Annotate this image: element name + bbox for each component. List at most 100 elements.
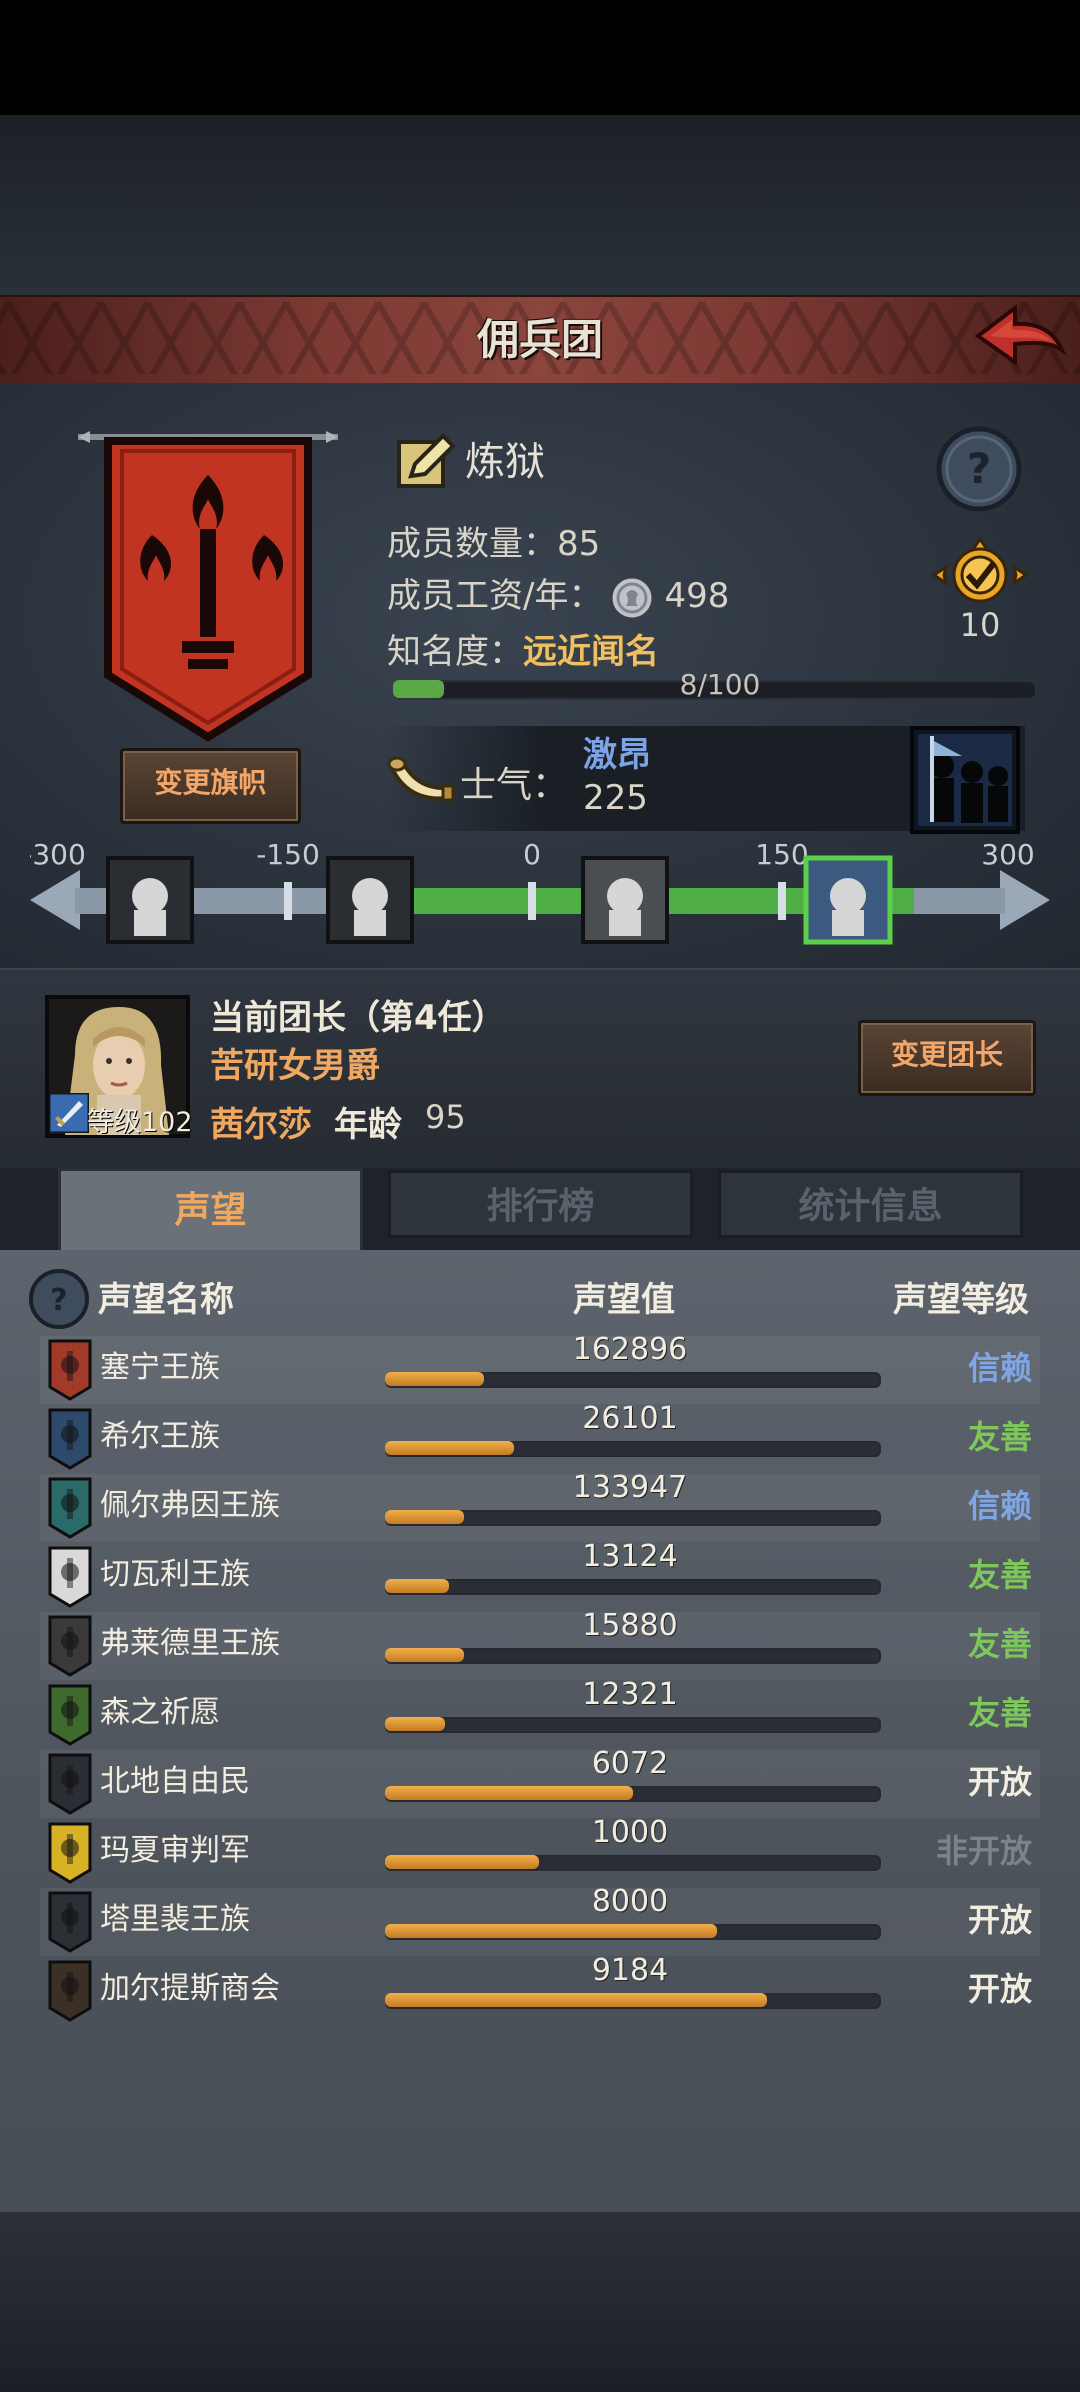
back-arrow-icon[interactable]	[970, 300, 1070, 375]
faction-name: 北地自由民	[100, 1764, 250, 1799]
faction-name: 玛夏审判军	[100, 1833, 250, 1868]
fame-row: 知名度：远近闻名	[387, 626, 659, 678]
faction-crest-icon	[48, 1546, 92, 1608]
reputation-bar-fill	[385, 1717, 445, 1731]
reputation-bar-fill	[385, 1786, 633, 1800]
morale-soldiers-icon	[910, 726, 1020, 834]
reputation-bar-fill	[385, 1441, 514, 1455]
sword-level-icon	[49, 1093, 89, 1133]
leader-name: 茜尔莎	[210, 1105, 312, 1145]
rename-edit-icon[interactable]	[395, 432, 457, 492]
faction-name: 佩尔弗因王族	[100, 1488, 280, 1523]
tab-reputation[interactable]: 声望	[58, 1168, 363, 1250]
silver-coin-icon	[609, 575, 655, 620]
faction-crest-icon	[48, 1615, 92, 1677]
morale-inspired-icon[interactable]	[803, 855, 893, 945]
header-name: 声望名称	[98, 1280, 234, 1320]
faction-name: 塞宁王族	[100, 1350, 220, 1385]
wage-value: 498	[664, 576, 730, 616]
table-row[interactable]: 希尔王族 26101 友善	[40, 1401, 1040, 1473]
reputation-value: 6072	[591, 1746, 669, 1781]
reputation-bar-fill	[385, 1924, 717, 1938]
reputation-level: 友善	[967, 1625, 1032, 1663]
reputation-level: 开放	[967, 1763, 1032, 1801]
reputation-value: 1000	[591, 1815, 669, 1850]
track-tick	[284, 882, 292, 920]
table-row[interactable]: 弗莱德里王族 15880 友善	[40, 1608, 1040, 1680]
reputation-level: 非开放	[935, 1832, 1032, 1870]
track-tick-label: -150	[256, 838, 320, 871]
reputation-level: 信赖	[967, 1487, 1032, 1525]
faction-name: 希尔王族	[100, 1419, 220, 1454]
faction-crest-icon	[48, 1684, 92, 1746]
reputation-level: 友善	[967, 1418, 1032, 1456]
fame-progress-fill	[393, 680, 444, 698]
faction-name: 切瓦利王族	[100, 1557, 250, 1592]
wage-row: 成员工资/年： 498	[387, 570, 729, 622]
leader-trait: 苦研女男爵	[210, 1046, 380, 1086]
morale-state: 激昂	[583, 735, 651, 775]
leader-age: 95	[425, 1098, 466, 1136]
tab-statistics[interactable]: 统计信息	[718, 1170, 1023, 1238]
table-row[interactable]: 切瓦利王族 13124 友善	[40, 1539, 1040, 1611]
track-tick-label: 150	[755, 838, 808, 871]
track-tick-label: 300	[981, 838, 1034, 871]
fame-value: 远近闻名	[523, 632, 659, 672]
track-arrow-left	[30, 870, 80, 930]
member-count-label: 成员数量：	[387, 524, 557, 564]
tab-ranking[interactable]: 排行榜	[388, 1170, 693, 1238]
reputation-level: 信赖	[967, 1349, 1032, 1387]
reputation-level: 友善	[967, 1694, 1032, 1732]
morale-despair-icon[interactable]	[106, 856, 194, 944]
morale-value: 225	[583, 778, 648, 818]
table-row[interactable]: 塔里裴王族 8000 开放	[40, 1884, 1040, 1956]
fame-label: 知名度：	[387, 632, 523, 672]
table-row[interactable]: 玛夏审判军 1000 非开放	[40, 1815, 1040, 1887]
guild-banner	[78, 431, 338, 742]
help-icon[interactable]: ?	[935, 425, 1023, 513]
change-banner-button[interactable]: 变更旗帜	[120, 748, 301, 824]
table-help-icon[interactable]: ?	[28, 1268, 90, 1330]
reputation-level: 开放	[967, 1901, 1032, 1939]
track-tick-label: -300	[30, 838, 86, 871]
table-row[interactable]: 森之祈愿 12321 友善	[40, 1677, 1040, 1749]
reputation-bar-fill	[385, 1372, 484, 1386]
reputation-value: 15880	[582, 1608, 678, 1643]
faction-crest-icon	[48, 1822, 92, 1884]
header-value: 声望值	[573, 1280, 675, 1320]
faction-crest-icon	[48, 1891, 92, 1953]
fame-progress-text: 8/100	[679, 668, 761, 701]
reputation-value: 133947	[572, 1470, 688, 1505]
reputation-bar-fill	[385, 1579, 449, 1593]
track-tick-label: 0	[523, 838, 541, 871]
reputation-value: 26101	[582, 1401, 678, 1436]
morale-fear-icon[interactable]	[326, 856, 414, 944]
guild-name: 炼狱	[465, 439, 545, 485]
faction-crest-icon	[48, 1339, 92, 1401]
medal-count: 10	[959, 606, 1001, 644]
member-count-row: 成员数量：85	[387, 518, 600, 570]
morale-calm-icon[interactable]	[581, 856, 669, 944]
reputation-level: 开放	[967, 1970, 1032, 2008]
page-title: 佣兵团	[476, 315, 603, 364]
table-row[interactable]: 北地自由民 6072 开放	[40, 1746, 1040, 1818]
member-count: 85	[557, 524, 601, 564]
track-tick	[778, 882, 786, 920]
top-backdrop	[0, 115, 1080, 295]
reputation-level: 友善	[967, 1556, 1032, 1594]
reputation-value: 8000	[591, 1884, 669, 1919]
svg-text:?: ?	[50, 1283, 67, 1318]
reputation-bar-track	[385, 1579, 881, 1595]
faction-name: 加尔提斯商会	[100, 1971, 280, 2006]
table-row[interactable]: 加尔提斯商会 9184 开放	[40, 1953, 1040, 2025]
faction-crest-icon	[48, 1408, 92, 1470]
table-row[interactable]: 佩尔弗因王族 133947 信赖	[40, 1470, 1040, 1542]
reputation-value: 13124	[582, 1539, 678, 1574]
table-row[interactable]: 塞宁王族 162896 信赖	[40, 1332, 1040, 1404]
change-leader-button[interactable]: 变更团长	[858, 1020, 1036, 1096]
leader-age-label: 年龄	[334, 1105, 402, 1145]
morale-track: -300 -150 0 150 300	[30, 838, 1050, 945]
reputation-bar-fill	[385, 1993, 767, 2007]
track-tick	[528, 882, 536, 920]
wage-label: 成员工资/年：	[387, 576, 603, 616]
